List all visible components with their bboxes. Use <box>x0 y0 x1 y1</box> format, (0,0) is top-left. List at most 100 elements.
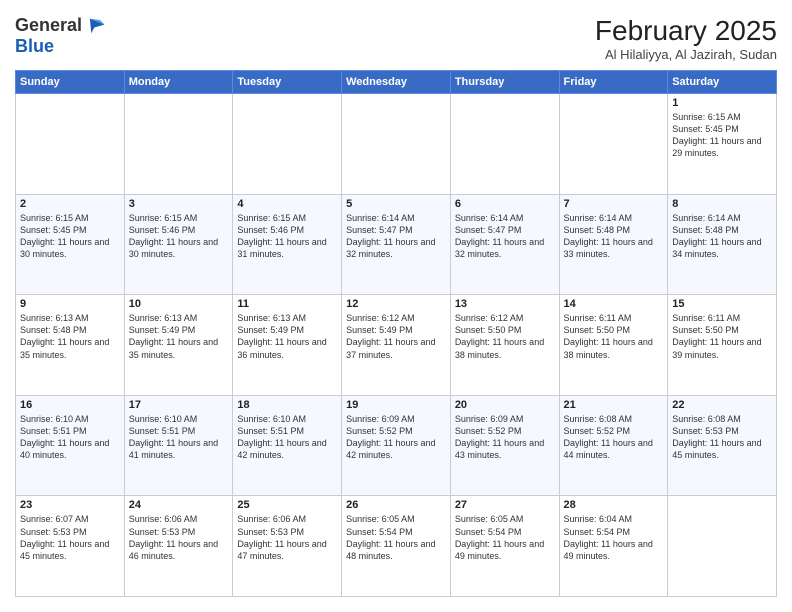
calendar-cell <box>233 94 342 195</box>
day-info: Sunrise: 6:12 AMSunset: 5:49 PMDaylight:… <box>346 312 446 361</box>
day-info: Sunrise: 6:12 AMSunset: 5:50 PMDaylight:… <box>455 312 555 361</box>
day-number: 15 <box>672 298 772 310</box>
calendar-cell: 15Sunrise: 6:11 AMSunset: 5:50 PMDayligh… <box>668 295 777 396</box>
day-info: Sunrise: 6:09 AMSunset: 5:52 PMDaylight:… <box>455 413 555 462</box>
day-info: Sunrise: 6:14 AMSunset: 5:48 PMDaylight:… <box>672 212 772 261</box>
day-info: Sunrise: 6:15 AMSunset: 5:45 PMDaylight:… <box>672 111 772 160</box>
calendar-cell: 10Sunrise: 6:13 AMSunset: 5:49 PMDayligh… <box>124 295 233 396</box>
calendar-cell: 2 Sunrise: 6:15 AMSunset: 5:45 PMDaylight… <box>16 194 125 295</box>
col-header-sunday: Sunday <box>16 71 125 94</box>
day-number: 9 <box>20 298 120 310</box>
calendar-cell <box>668 496 777 597</box>
day-number: 22 <box>672 399 772 411</box>
day-info: Sunrise: 6:08 AMSunset: 5:52 PMDaylight:… <box>564 413 664 462</box>
calendar-cell: 7Sunrise: 6:14 AMSunset: 5:48 PMDaylight… <box>559 194 668 295</box>
calendar-cell: 13 Sunrise: 6:12 AMSunset: 5:50 PMDayligh… <box>450 295 559 396</box>
calendar-header-row: SundayMondayTuesdayWednesdayThursdayFrid… <box>16 71 777 94</box>
day-number: 14 <box>564 298 664 310</box>
day-info: Sunrise: 6:14 AMSunset: 5:47 PMDaylight:… <box>346 212 446 261</box>
day-number: 28 <box>564 499 664 511</box>
calendar-table: SundayMondayTuesdayWednesdayThursdayFrid… <box>15 70 777 597</box>
calendar-week-1: 1 Sunrise: 6:15 AMSunset: 5:45 PMDaylight… <box>16 94 777 195</box>
calendar-cell <box>450 94 559 195</box>
calendar-cell: 23 Sunrise: 6:07 AMSunset: 5:53 PMDayligh… <box>16 496 125 597</box>
title-block: February 2025 Al Hilaliyya, Al Jazirah, … <box>595 15 777 62</box>
calendar-cell: 6 Sunrise: 6:14 AMSunset: 5:47 PMDaylight… <box>450 194 559 295</box>
calendar-cell: 20 Sunrise: 6:09 AMSunset: 5:52 PMDayligh… <box>450 395 559 496</box>
calendar-cell: 9 Sunrise: 6:13 AMSunset: 5:48 PMDaylight… <box>16 295 125 396</box>
day-number: 12 <box>346 298 446 310</box>
day-number: 13 <box>455 298 555 310</box>
calendar-cell: 16 Sunrise: 6:10 AMSunset: 5:51 PMDayligh… <box>16 395 125 496</box>
header: General Blue February 2025 Al Hilaliyya,… <box>15 15 777 62</box>
day-number: 17 <box>129 399 229 411</box>
calendar-cell: 19 Sunrise: 6:09 AMSunset: 5:52 PMDayligh… <box>342 395 451 496</box>
calendar-cell: 5 Sunrise: 6:14 AMSunset: 5:47 PMDaylight… <box>342 194 451 295</box>
day-number: 21 <box>564 399 664 411</box>
logo-general: General <box>15 16 82 36</box>
logo: General Blue <box>15 15 106 57</box>
day-number: 10 <box>129 298 229 310</box>
day-number: 16 <box>20 399 120 411</box>
day-info: Sunrise: 6:09 AMSunset: 5:52 PMDaylight:… <box>346 413 446 462</box>
calendar-cell: 22 Sunrise: 6:08 AMSunset: 5:53 PMDayligh… <box>668 395 777 496</box>
day-info: Sunrise: 6:04 AMSunset: 5:54 PMDaylight:… <box>564 513 664 562</box>
calendar-cell <box>342 94 451 195</box>
calendar-cell: 18 Sunrise: 6:10 AMSunset: 5:51 PMDayligh… <box>233 395 342 496</box>
calendar-week-4: 16 Sunrise: 6:10 AMSunset: 5:51 PMDayligh… <box>16 395 777 496</box>
calendar-cell: 12 Sunrise: 6:12 AMSunset: 5:49 PMDayligh… <box>342 295 451 396</box>
calendar-week-3: 9 Sunrise: 6:13 AMSunset: 5:48 PMDaylight… <box>16 295 777 396</box>
calendar-cell: 14 Sunrise: 6:11 AMSunset: 5:50 PMDayligh… <box>559 295 668 396</box>
calendar-week-2: 2 Sunrise: 6:15 AMSunset: 5:45 PMDaylight… <box>16 194 777 295</box>
day-info: Sunrise: 6:15 AMSunset: 5:46 PMDaylight:… <box>129 212 229 261</box>
logo-blue: Blue <box>15 37 106 57</box>
page: General Blue February 2025 Al Hilaliyya,… <box>0 0 792 612</box>
day-number: 2 <box>20 198 120 210</box>
day-info: Sunrise: 6:15 AMSunset: 5:46 PMDaylight:… <box>237 212 337 261</box>
day-number: 26 <box>346 499 446 511</box>
calendar-cell: 4Sunrise: 6:15 AMSunset: 5:46 PMDaylight… <box>233 194 342 295</box>
col-header-friday: Friday <box>559 71 668 94</box>
calendar-cell: 24Sunrise: 6:06 AMSunset: 5:53 PMDayligh… <box>124 496 233 597</box>
day-info: Sunrise: 6:05 AMSunset: 5:54 PMDaylight:… <box>455 513 555 562</box>
calendar-cell: 21 Sunrise: 6:08 AMSunset: 5:52 PMDayligh… <box>559 395 668 496</box>
calendar-cell: 26 Sunrise: 6:05 AMSunset: 5:54 PMDayligh… <box>342 496 451 597</box>
calendar-cell: 11 Sunrise: 6:13 AMSunset: 5:49 PMDayligh… <box>233 295 342 396</box>
day-number: 23 <box>20 499 120 511</box>
day-info: Sunrise: 6:10 AMSunset: 5:51 PMDaylight:… <box>129 413 229 462</box>
day-info: Sunrise: 6:06 AMSunset: 5:53 PMDaylight:… <box>237 513 337 562</box>
day-info: Sunrise: 6:05 AMSunset: 5:54 PMDaylight:… <box>346 513 446 562</box>
col-header-thursday: Thursday <box>450 71 559 94</box>
col-header-saturday: Saturday <box>668 71 777 94</box>
col-header-tuesday: Tuesday <box>233 71 342 94</box>
day-info: Sunrise: 6:13 AMSunset: 5:48 PMDaylight:… <box>20 312 120 361</box>
day-number: 8 <box>672 198 772 210</box>
calendar-cell: 3Sunrise: 6:15 AMSunset: 5:46 PMDaylight… <box>124 194 233 295</box>
calendar-cell: 25Sunrise: 6:06 AMSunset: 5:53 PMDayligh… <box>233 496 342 597</box>
day-number: 18 <box>237 399 337 411</box>
calendar-week-5: 23 Sunrise: 6:07 AMSunset: 5:53 PMDayligh… <box>16 496 777 597</box>
day-number: 27 <box>455 499 555 511</box>
day-number: 20 <box>455 399 555 411</box>
logo-icon <box>84 15 106 37</box>
day-info: Sunrise: 6:10 AMSunset: 5:51 PMDaylight:… <box>237 413 337 462</box>
calendar-title: February 2025 <box>595 15 777 47</box>
day-info: Sunrise: 6:08 AMSunset: 5:53 PMDaylight:… <box>672 413 772 462</box>
col-header-wednesday: Wednesday <box>342 71 451 94</box>
day-number: 19 <box>346 399 446 411</box>
day-number: 6 <box>455 198 555 210</box>
day-number: 1 <box>672 97 772 109</box>
day-info: Sunrise: 6:11 AMSunset: 5:50 PMDaylight:… <box>564 312 664 361</box>
calendar-cell: 8 Sunrise: 6:14 AMSunset: 5:48 PMDaylight… <box>668 194 777 295</box>
day-number: 5 <box>346 198 446 210</box>
day-info: Sunrise: 6:14 AMSunset: 5:47 PMDaylight:… <box>455 212 555 261</box>
calendar-cell: 1 Sunrise: 6:15 AMSunset: 5:45 PMDaylight… <box>668 94 777 195</box>
day-info: Sunrise: 6:13 AMSunset: 5:49 PMDaylight:… <box>237 312 337 361</box>
day-info: Sunrise: 6:07 AMSunset: 5:53 PMDaylight:… <box>20 513 120 562</box>
col-header-monday: Monday <box>124 71 233 94</box>
day-info: Sunrise: 6:10 AMSunset: 5:51 PMDaylight:… <box>20 413 120 462</box>
calendar-cell <box>124 94 233 195</box>
day-number: 11 <box>237 298 337 310</box>
day-info: Sunrise: 6:15 AMSunset: 5:45 PMDaylight:… <box>20 212 120 261</box>
calendar-cell: 28 Sunrise: 6:04 AMSunset: 5:54 PMDayligh… <box>559 496 668 597</box>
